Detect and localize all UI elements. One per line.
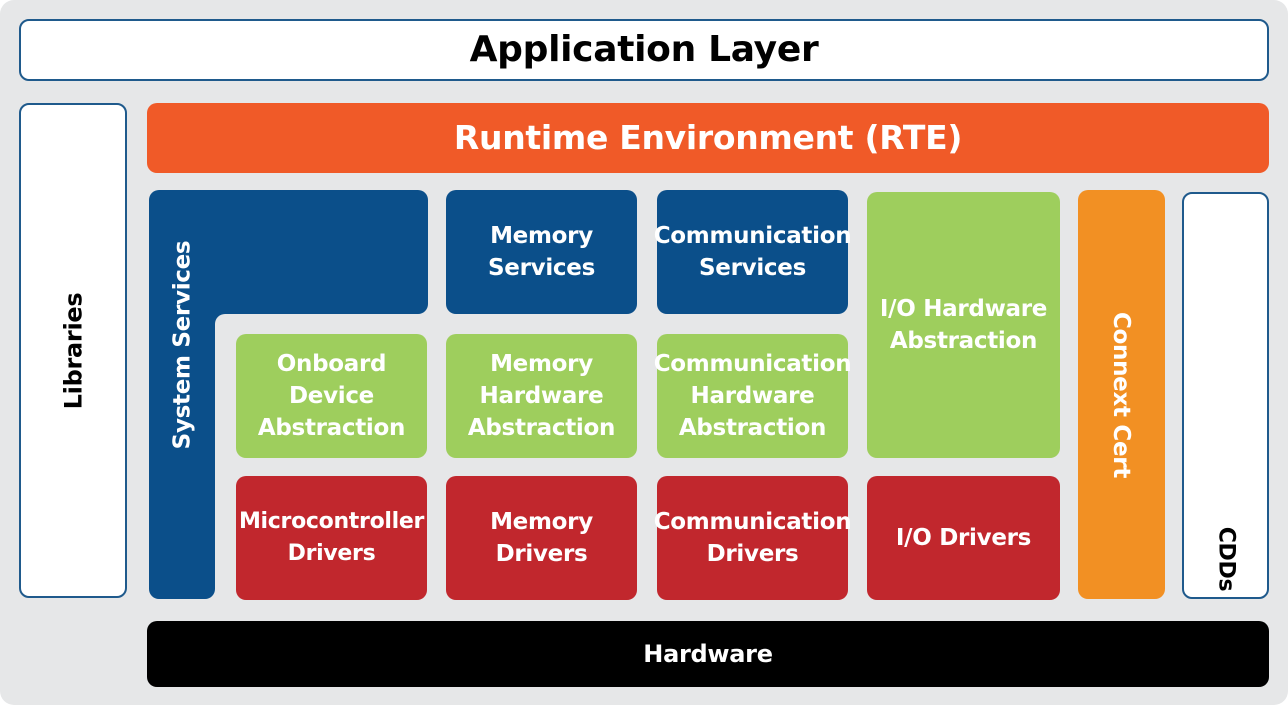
io-drivers-block: I/O Drivers [867, 476, 1060, 600]
rte-block: Runtime Environment (RTE) [147, 103, 1269, 173]
connext-cert-label: Connext Cert [1108, 311, 1135, 478]
communication-hardware-abstraction-label: Communication Hardware Abstraction [653, 351, 852, 441]
communication-drivers-label: Communication Drivers [653, 509, 852, 567]
onboard-device-abstraction-block: Onboard Device Abstraction [236, 334, 427, 458]
memory-hardware-abstraction-block: Memory Hardware Abstraction [446, 334, 637, 458]
microcontroller-drivers-block: Microcontroller Drivers [236, 476, 427, 600]
memory-services-label: Memory Services [488, 223, 595, 281]
rte-label: Runtime Environment (RTE) [453, 118, 963, 157]
libraries-label: Libraries [59, 292, 87, 409]
io-hardware-abstraction-block: I/O Hardware Abstraction [867, 192, 1060, 458]
communication-services-block: Communication Services [654, 190, 852, 314]
application-layer-block: Application Layer [19, 19, 1269, 81]
system-services-label: System Services [169, 240, 195, 450]
system-services-label-box: System Services [149, 190, 215, 500]
memory-services-block: Memory Services [446, 190, 637, 314]
memory-drivers-label: Memory Drivers [490, 509, 593, 567]
microcontroller-drivers-label: Microcontroller Drivers [238, 509, 425, 566]
cdds-label: CDDs [1213, 526, 1239, 592]
cdds-block: CDDs [1182, 192, 1269, 599]
hardware-block: Hardware [147, 621, 1269, 687]
hardware-label: Hardware [643, 640, 773, 668]
communication-services-label: Communication Services [653, 223, 852, 281]
libraries-block: Libraries [19, 103, 127, 598]
communication-drivers-block: Communication Drivers [654, 476, 852, 600]
io-hardware-abstraction-label: I/O Hardware Abstraction [879, 296, 1048, 354]
communication-hardware-abstraction-block: Communication Hardware Abstraction [654, 334, 852, 458]
io-drivers-label: I/O Drivers [895, 525, 1032, 551]
connext-cert-block: Connext Cert [1078, 190, 1165, 599]
memory-hardware-abstraction-label: Memory Hardware Abstraction [467, 351, 616, 441]
application-layer-label: Application Layer [469, 29, 819, 70]
memory-drivers-block: Memory Drivers [446, 476, 637, 600]
autosar-architecture-diagram: Application Layer Libraries Runtime Envi… [0, 0, 1288, 705]
onboard-device-abstraction-label: Onboard Device Abstraction [257, 351, 406, 441]
